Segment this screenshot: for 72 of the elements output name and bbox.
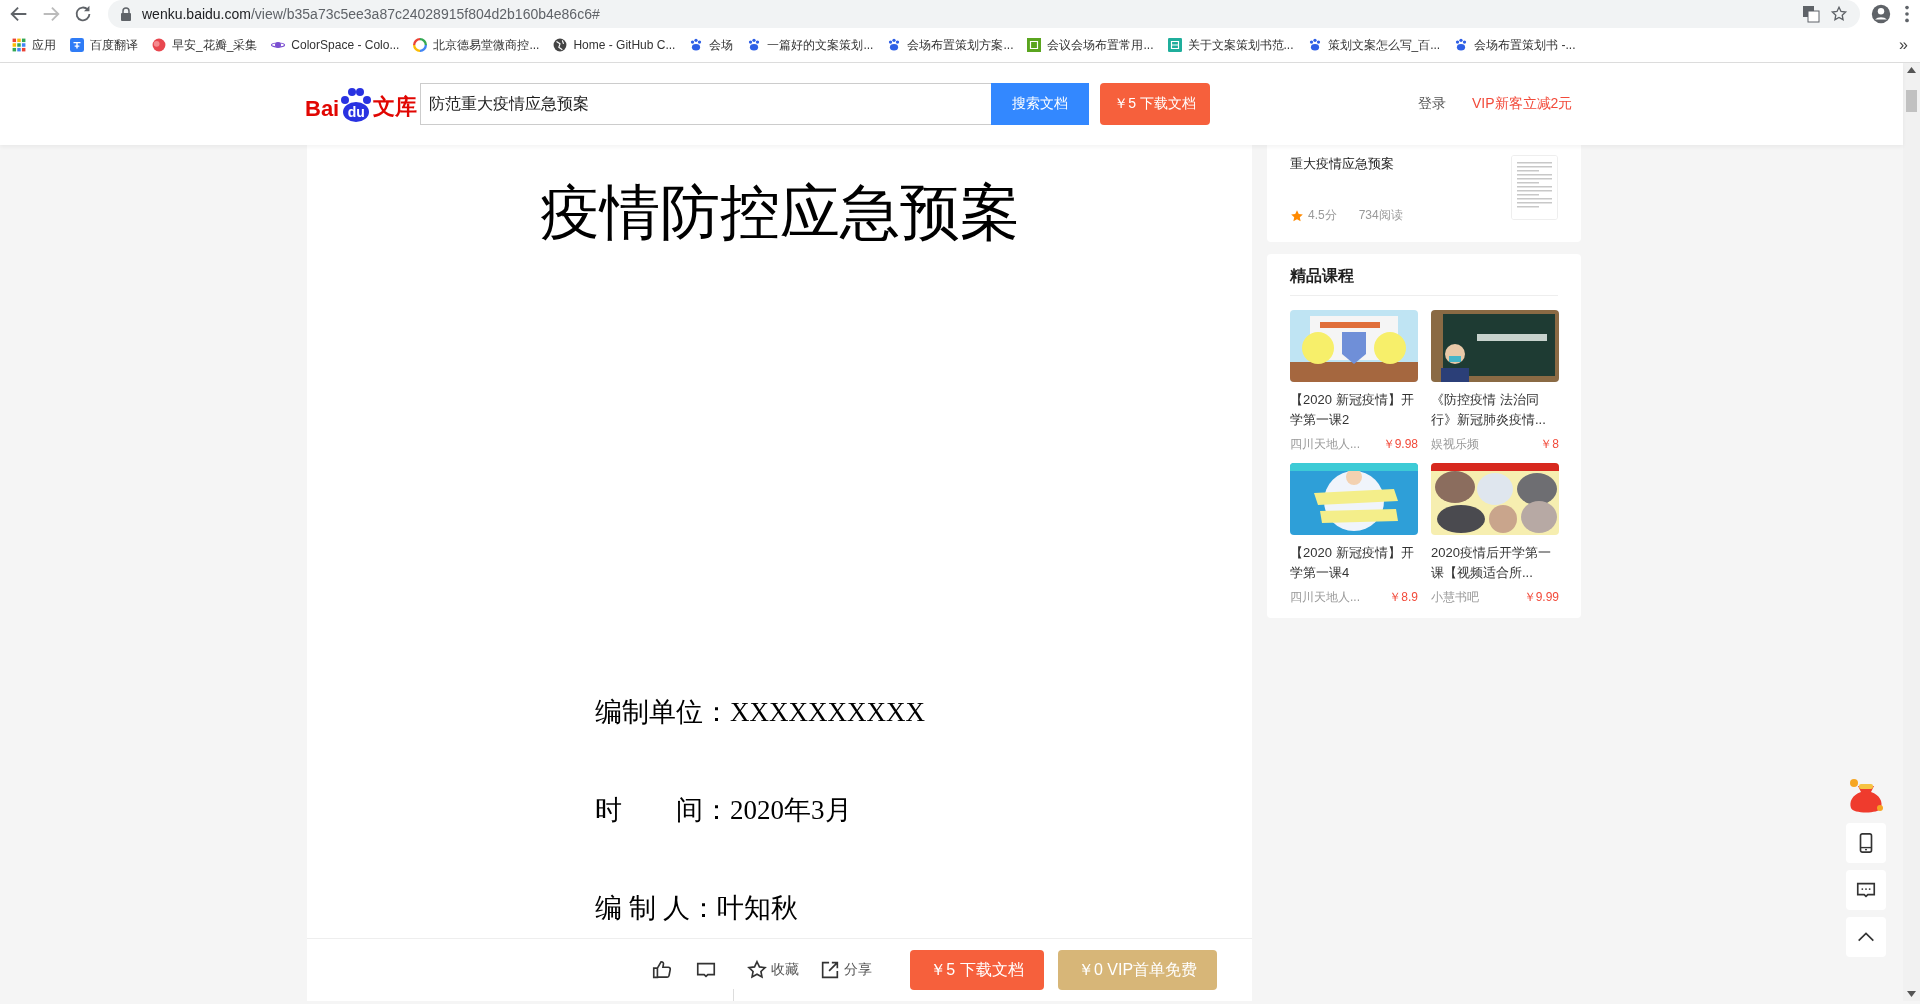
bookmark-link[interactable]: 会议会场布置常用...: [1047, 36, 1154, 54]
course-price: ￥9.99: [1523, 589, 1559, 606]
star-icon: [1290, 208, 1304, 223]
bookmark-link[interactable]: 策划文案怎么写_百...: [1327, 36, 1441, 54]
thumbs-up-icon: [651, 959, 673, 981]
course-title[interactable]: 【2020 新冠疫情】开学第一课2: [1290, 390, 1418, 430]
course-title[interactable]: 《防控疫情 法治同行》新冠肺炎疫情...: [1431, 390, 1559, 430]
petal-icon: [152, 38, 166, 52]
bookmark-link[interactable]: 百度翻译: [90, 36, 138, 54]
menu-icon[interactable]: [1902, 3, 1912, 25]
logo-text[interactable]: du: [339, 104, 374, 120]
course-author: 娱视乐频: [1431, 436, 1479, 453]
document-line: 编 制 人：叶知秋: [595, 892, 799, 925]
scroll-thumb[interactable]: [1906, 90, 1917, 112]
search-field[interactable]: 防范重大疫情应急预案: [420, 83, 991, 125]
lock-icon: [120, 5, 132, 23]
translate-icon: [70, 38, 84, 52]
course-price: ￥8.9: [1389, 589, 1418, 606]
share-icon: [819, 959, 841, 981]
bookmark-link[interactable]: 关于文案策划书范...: [1187, 36, 1294, 54]
bookmark-link[interactable]: Home - GitHub C...: [573, 38, 676, 52]
more-bookmarks-button[interactable]: »: [1899, 36, 1908, 54]
document-line: 时 间：2020年3月: [595, 794, 853, 827]
login-link[interactable]: 登录: [1418, 95, 1446, 113]
paw-icon: [1454, 38, 1469, 52]
feedback-button[interactable]: [1846, 870, 1886, 910]
ring-icon: [413, 38, 428, 52]
course-author: 四川天地人...: [1290, 589, 1360, 606]
bookmark-link[interactable]: 北京德易堂微商控...: [433, 36, 540, 54]
read-count: 734阅读: [1358, 207, 1403, 224]
paw-icon: [887, 38, 902, 52]
scrollbar[interactable]: [1903, 63, 1920, 1001]
paw-icon: [1307, 38, 1322, 52]
bookmark-star-icon[interactable]: [1830, 5, 1848, 23]
star-icon: [746, 959, 768, 981]
bookmark-link[interactable]: 会场布置策划书 -...: [1474, 36, 1576, 54]
paw-icon: [689, 38, 704, 52]
course-price: ￥9.98: [1382, 436, 1418, 453]
share-button[interactable]: 分享: [815, 955, 876, 985]
logo-text[interactable]: 文库: [373, 92, 418, 122]
bookmark-link[interactable]: 一篇好的文案策划...: [767, 36, 874, 54]
bookmark-link[interactable]: 早安_花瓣_采集: [172, 36, 258, 54]
bookmark-link[interactable]: 会场布置策划方案...: [907, 36, 1014, 54]
course-author: 四川天地人...: [1290, 436, 1360, 453]
scroll-up-icon[interactable]: [1907, 67, 1916, 73]
document-title: 疫情防控应急预案: [538, 179, 1021, 248]
globe-icon: [553, 38, 568, 52]
address-bar[interactable]: wenku.baidu.com/view/b35a73c5ee3a87c24028915f804d2b160b4e86c6#: [108, 0, 1860, 28]
apps-grid-icon: [12, 38, 26, 52]
course-title[interactable]: 【2020 新冠疫情】开学第一课4: [1290, 543, 1418, 583]
vip-promo-link[interactable]: VIP新客立减2元: [1472, 95, 1573, 113]
document-line: 编制单位：XXXXXXXXXX: [595, 696, 926, 729]
framed-logo-icon: [1167, 38, 1182, 52]
related-doc-title[interactable]: 重大疫情应急预案: [1290, 155, 1403, 173]
paw-icon: [747, 38, 762, 52]
bookmark-link[interactable]: 会场: [709, 36, 734, 54]
favorite-button[interactable]: 收藏: [742, 955, 803, 985]
paw-icon: [339, 86, 374, 122]
bookmark-link[interactable]: ColorSpace - Colo...: [291, 38, 400, 52]
course-author: 小慧书吧: [1431, 589, 1479, 606]
square-logo-icon: [1027, 38, 1042, 52]
logo-text[interactable]: Bai: [305, 96, 340, 122]
course-price: ￥8: [1540, 436, 1559, 453]
mobile-button[interactable]: [1846, 823, 1886, 863]
translate-icon[interactable]: [1802, 5, 1820, 23]
bookmark-link[interactable]: 应用: [32, 36, 56, 54]
scroll-down-icon[interactable]: [1907, 991, 1916, 997]
section-title: 精品课程: [1290, 266, 1558, 296]
course-title[interactable]: 2020疫情后开学第一课【视频适合所...: [1431, 543, 1559, 583]
rating-text: 4.5分: [1308, 207, 1337, 224]
account-icon[interactable]: [1870, 3, 1892, 25]
url-text: wenku.baidu.com/view/b35a73c5ee3a87c24028915f804d2b160b4e86c6#: [142, 6, 600, 22]
